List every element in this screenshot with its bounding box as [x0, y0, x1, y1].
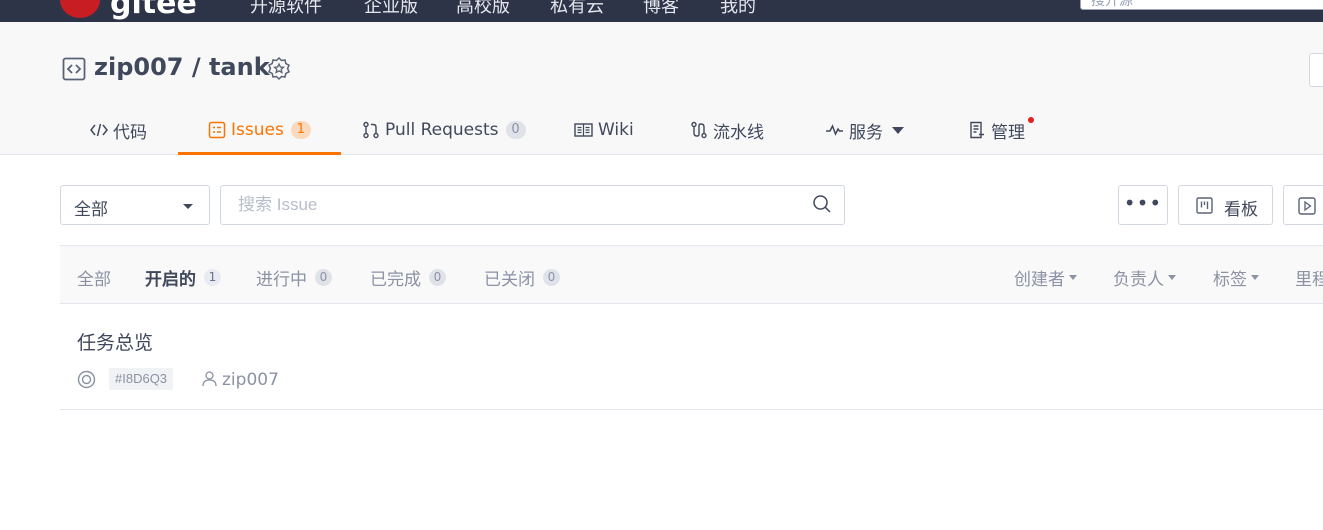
- filter-creator-label: 创建者: [1014, 270, 1065, 290]
- recommend-badge-icon[interactable]: [266, 56, 292, 82]
- pulse-icon: [826, 124, 843, 136]
- tab-issues[interactable]: Issues 1: [178, 106, 341, 155]
- status-filter-closed[interactable]: 已关闭 0: [484, 265, 560, 290]
- filter-assignee-dropdown[interactable]: 负责人: [1113, 265, 1176, 290]
- manage-icon: [970, 121, 984, 139]
- open-circle-icon: [77, 370, 96, 389]
- board-icon: [1196, 197, 1213, 214]
- status-filter-all[interactable]: 全部: [77, 265, 111, 290]
- pipeline-icon: [691, 121, 707, 139]
- nav-item-blog[interactable]: 博客: [643, 0, 679, 18]
- filter-assignee-label: 负责人: [1113, 270, 1164, 290]
- notification-dot: [1028, 117, 1034, 123]
- tab-services-label: 服务: [849, 122, 883, 143]
- status-count-badge: 1: [204, 269, 221, 286]
- project-header: zip007 / tank 代码 Issues 1 Pull Requests …: [0, 22, 1323, 155]
- tab-pull-requests-label: Pull Requests: [385, 120, 499, 140]
- issue-icon: [208, 121, 226, 139]
- filter-label-dropdown[interactable]: 标签: [1213, 265, 1259, 290]
- tab-manage-label: 管理: [991, 122, 1025, 143]
- nav-item-enterprise[interactable]: 企业版: [364, 0, 418, 18]
- issue-title-link[interactable]: 任务总览: [77, 328, 153, 355]
- status-count-badge: 0: [543, 269, 560, 286]
- user-icon: [202, 371, 217, 387]
- board-view-label: 看板: [1224, 200, 1258, 220]
- pull-requests-count-badge: 0: [505, 121, 526, 139]
- issue-list-item[interactable]: 任务总览 #I8D6Q3 zip007: [60, 305, 1323, 410]
- filter-milestone-dropdown[interactable]: 里程: [1295, 265, 1323, 290]
- status-filter-completed[interactable]: 已完成 0: [370, 265, 446, 290]
- brand-logo-text[interactable]: gitee: [110, 0, 197, 21]
- tab-wiki-label: Wiki: [598, 120, 634, 140]
- status-filter-label: 全部: [77, 270, 111, 290]
- status-count-badge: 0: [315, 269, 332, 286]
- play-icon: [1298, 197, 1316, 215]
- tab-code[interactable]: 代码: [90, 106, 147, 154]
- status-filter-label: 已完成: [370, 270, 421, 290]
- caret-down-icon: [1251, 275, 1259, 280]
- book-icon: [574, 123, 593, 137]
- search-icon[interactable]: [812, 194, 832, 214]
- scope-select-value: 全部: [74, 200, 108, 220]
- nav-item-open-source[interactable]: 开源软件: [250, 0, 322, 18]
- issue-search-input[interactable]: [222, 187, 802, 223]
- more-options-button[interactable]: •••: [1118, 185, 1168, 225]
- global-search-placeholder: 搜开源: [1091, 0, 1133, 9]
- issue-id-badge[interactable]: #I8D6Q3: [109, 368, 174, 390]
- filter-creator-dropdown[interactable]: 创建者: [1014, 265, 1077, 290]
- status-filter-label: 开启的: [145, 270, 196, 290]
- tab-pipeline[interactable]: 流水线: [690, 106, 764, 154]
- status-filter-in-progress[interactable]: 进行中 0: [256, 265, 332, 290]
- caret-down-icon: [1168, 275, 1176, 280]
- issues-count-badge: 1: [290, 121, 311, 139]
- tab-services[interactable]: 服务: [825, 106, 904, 154]
- code-icon: [90, 123, 108, 137]
- status-count-badge: 0: [429, 269, 446, 286]
- watch-button[interactable]: [1309, 53, 1323, 87]
- board-view-button[interactable]: 看板: [1178, 185, 1273, 225]
- presentation-button[interactable]: [1283, 185, 1323, 225]
- filter-milestone-label: 里程: [1295, 270, 1323, 290]
- gitee-logo-icon[interactable]: [60, 0, 100, 18]
- tab-manage[interactable]: 管理: [968, 106, 1034, 154]
- active-tab-underline: [178, 152, 341, 155]
- tab-code-label: 代码: [113, 122, 147, 143]
- status-filter-label: 已关闭: [484, 270, 535, 290]
- issue-search-field[interactable]: [220, 185, 845, 225]
- tab-pipeline-label: 流水线: [713, 122, 764, 143]
- chevron-down-icon: [892, 126, 904, 134]
- nav-item-private-cloud[interactable]: 私有云: [550, 0, 604, 18]
- nav-item-mine[interactable]: 我的: [720, 0, 756, 18]
- tab-issues-label: Issues: [231, 120, 284, 140]
- top-navbar: gitee 开源软件 企业版 高校版 私有云 博客 我的 搜开源: [0, 0, 1323, 22]
- global-search-input[interactable]: 搜开源: [1080, 0, 1323, 10]
- status-filter-open[interactable]: 开启的 1: [145, 265, 221, 290]
- caret-down-icon: [1069, 275, 1077, 280]
- tab-pull-requests[interactable]: Pull Requests 0: [362, 106, 526, 154]
- pull-request-icon: [363, 121, 379, 139]
- status-filter-label: 进行中: [256, 270, 307, 290]
- status-filter-bar: 全部 开启的 1 进行中 0 已完成 0 已关闭 0 创建者 负责人 标签 里程: [60, 245, 1323, 304]
- tab-wiki[interactable]: Wiki: [574, 106, 634, 154]
- repo-code-icon: [62, 57, 86, 81]
- issue-author-link[interactable]: zip007: [222, 370, 279, 390]
- repo-title[interactable]: zip007 / tank: [94, 53, 270, 81]
- chevron-down-icon: [183, 204, 193, 209]
- filter-label-label: 标签: [1213, 270, 1247, 290]
- scope-select[interactable]: 全部: [60, 185, 210, 225]
- nav-item-education[interactable]: 高校版: [456, 0, 510, 18]
